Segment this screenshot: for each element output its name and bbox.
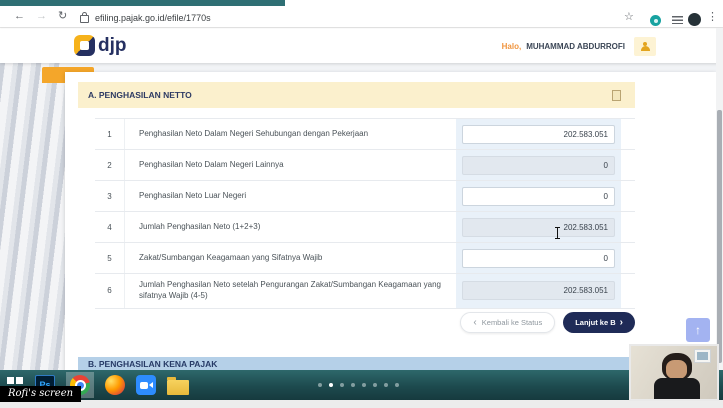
lanjut-ke-b-button[interactable]: Lanjut ke B › [563,312,635,333]
table-row: 3 Penghasilan Neto Luar Negeri 0 [95,181,635,212]
row-label: Jumlah Penghasilan Neto setelah Penguran… [125,274,456,308]
presenter-face [666,360,687,379]
browser-profile-avatar[interactable] [688,13,701,26]
row-value-cell: 202.583.051 [456,274,621,308]
row-value-input[interactable]: 0 [462,156,615,175]
row-number: 5 [95,243,125,273]
page-dot [384,383,388,387]
arrow-up-icon: ↑ [695,323,701,337]
page-dot [329,383,333,387]
text-cursor [554,227,561,239]
page-dot [340,383,344,387]
bookmark-star-icon[interactable]: ☆ [624,10,634,23]
page-dot [318,383,322,387]
windows-taskbar: Ps [0,370,723,400]
page-dot [395,383,399,387]
back-to-top-button[interactable]: ↑ [686,318,710,342]
row-value-cell: 0 [456,243,621,273]
row-number: 3 [95,181,125,211]
row-value-input[interactable]: 0 [462,249,615,268]
site-header: djp Halo, MUHAMMAD ABDURROFI [0,29,723,63]
djp-logo[interactable]: djp [74,35,127,56]
kembali-ke-status-button[interactable]: ‹ Kembali ke Status [460,312,555,333]
chevron-right-icon: › [620,318,623,328]
user-menu-button[interactable] [634,37,656,56]
section-a-header[interactable]: A. PENGHASILAN NETTO [78,82,635,108]
djp-logo-icon [74,35,95,56]
section-b-header[interactable]: B. PENGHASILAN KENA PAJAK [78,357,710,371]
row-value-input[interactable]: 0 [462,187,615,206]
penghasilan-netto-table: 1 Penghasilan Neto Dalam Negeri Sehubung… [95,118,635,309]
chevron-left-icon: ‹ [473,318,476,328]
browser-menu-icon[interactable]: ⋮ [707,10,718,23]
row-value-input[interactable]: 202.583.051 [462,281,615,300]
lanjut-label: Lanjut ke B [575,318,615,327]
row-value-input[interactable]: 202.583.051 [462,125,615,144]
reading-list-icon[interactable] [672,16,683,24]
extension-icon[interactable] [650,15,661,26]
row-value-cell: 202.583.051 [456,212,621,242]
row-number: 4 [95,212,125,242]
background-building-image [0,63,66,400]
webcam-overlay [629,344,719,401]
screen: ← → ↻ efiling.pajak.go.id/efile/1770s ☆ … [0,0,723,408]
user-name: MUHAMMAD ABDURROFI [526,42,625,51]
padlock-icon [80,15,89,23]
url-text: efiling.pajak.go.id/efile/1770s [95,13,211,23]
person-icon [641,42,650,51]
row-label: Zakat/Sumbangan Keagamaan yang Sifatnya … [125,243,456,273]
section-b-title: B. PENGHASILAN KENA PAJAK [88,359,217,369]
row-number: 1 [95,119,125,149]
collapse-icon[interactable] [612,90,621,101]
greeting-label: Halo, [502,42,522,51]
url-bar[interactable]: efiling.pajak.go.id/efile/1770s [80,10,510,25]
zoom-window-edge [0,400,723,408]
row-label: Penghasilan Neto Dalam Negeri Lainnya [125,150,456,180]
kembali-label: Kembali ke Status [482,318,542,327]
page-dot [362,383,366,387]
djp-logo-text: djp [98,35,127,56]
file-explorer-icon[interactable] [167,380,189,395]
page-dot [351,383,355,387]
form-nav-buttons: ‹ Kembali ke Status Lanjut ke B › [78,312,635,333]
row-value-cell: 0 [456,181,621,211]
row-number: 2 [95,150,125,180]
table-row: 2 Penghasilan Neto Dalam Negeri Lainnya … [95,150,635,181]
table-row: 1 Penghasilan Neto Dalam Negeri Sehubung… [95,119,635,150]
table-row: 6 Jumlah Penghasilan Neto setelah Pengur… [95,274,635,309]
row-label: Penghasilan Neto Dalam Negeri Sehubungan… [125,119,456,149]
zoom-icon[interactable] [136,375,156,395]
browser-toolbar: ← → ↻ efiling.pajak.go.id/efile/1770s ☆ … [0,6,723,28]
refresh-icon[interactable]: ↻ [58,9,67,23]
page-dot [373,383,377,387]
header-user-area: Halo, MUHAMMAD ABDURROFI [502,29,656,63]
presenter-body [654,378,700,401]
wall-frame [694,349,711,363]
screen-share-label: Rofi's screen [0,386,81,402]
row-value-cell: 0 [456,150,621,180]
row-label: Jumlah Penghasilan Neto (1+2+3) [125,212,456,242]
back-icon[interactable]: ← [14,9,25,23]
row-label: Penghasilan Neto Luar Negeri [125,181,456,211]
form-card: A. PENGHASILAN NETTO 1 Penghasilan Neto … [65,72,716,371]
section-a-title: A. PENGHASILAN NETTO [88,90,192,100]
row-value-input[interactable]: 202.583.051 [462,218,615,237]
taskbar-page-dots [318,383,399,387]
firefox-icon[interactable] [105,375,125,395]
table-rows: 1 Penghasilan Neto Dalam Negeri Sehubung… [95,119,635,309]
page-background: A. PENGHASILAN NETTO 1 Penghasilan Neto … [0,63,723,400]
scrollbar-thumb[interactable] [717,110,722,363]
table-row: 5 Zakat/Sumbangan Keagamaan yang Sifatny… [95,243,635,274]
row-number: 6 [95,274,125,308]
forward-icon[interactable]: → [36,9,47,23]
row-value-cell: 202.583.051 [456,119,621,149]
